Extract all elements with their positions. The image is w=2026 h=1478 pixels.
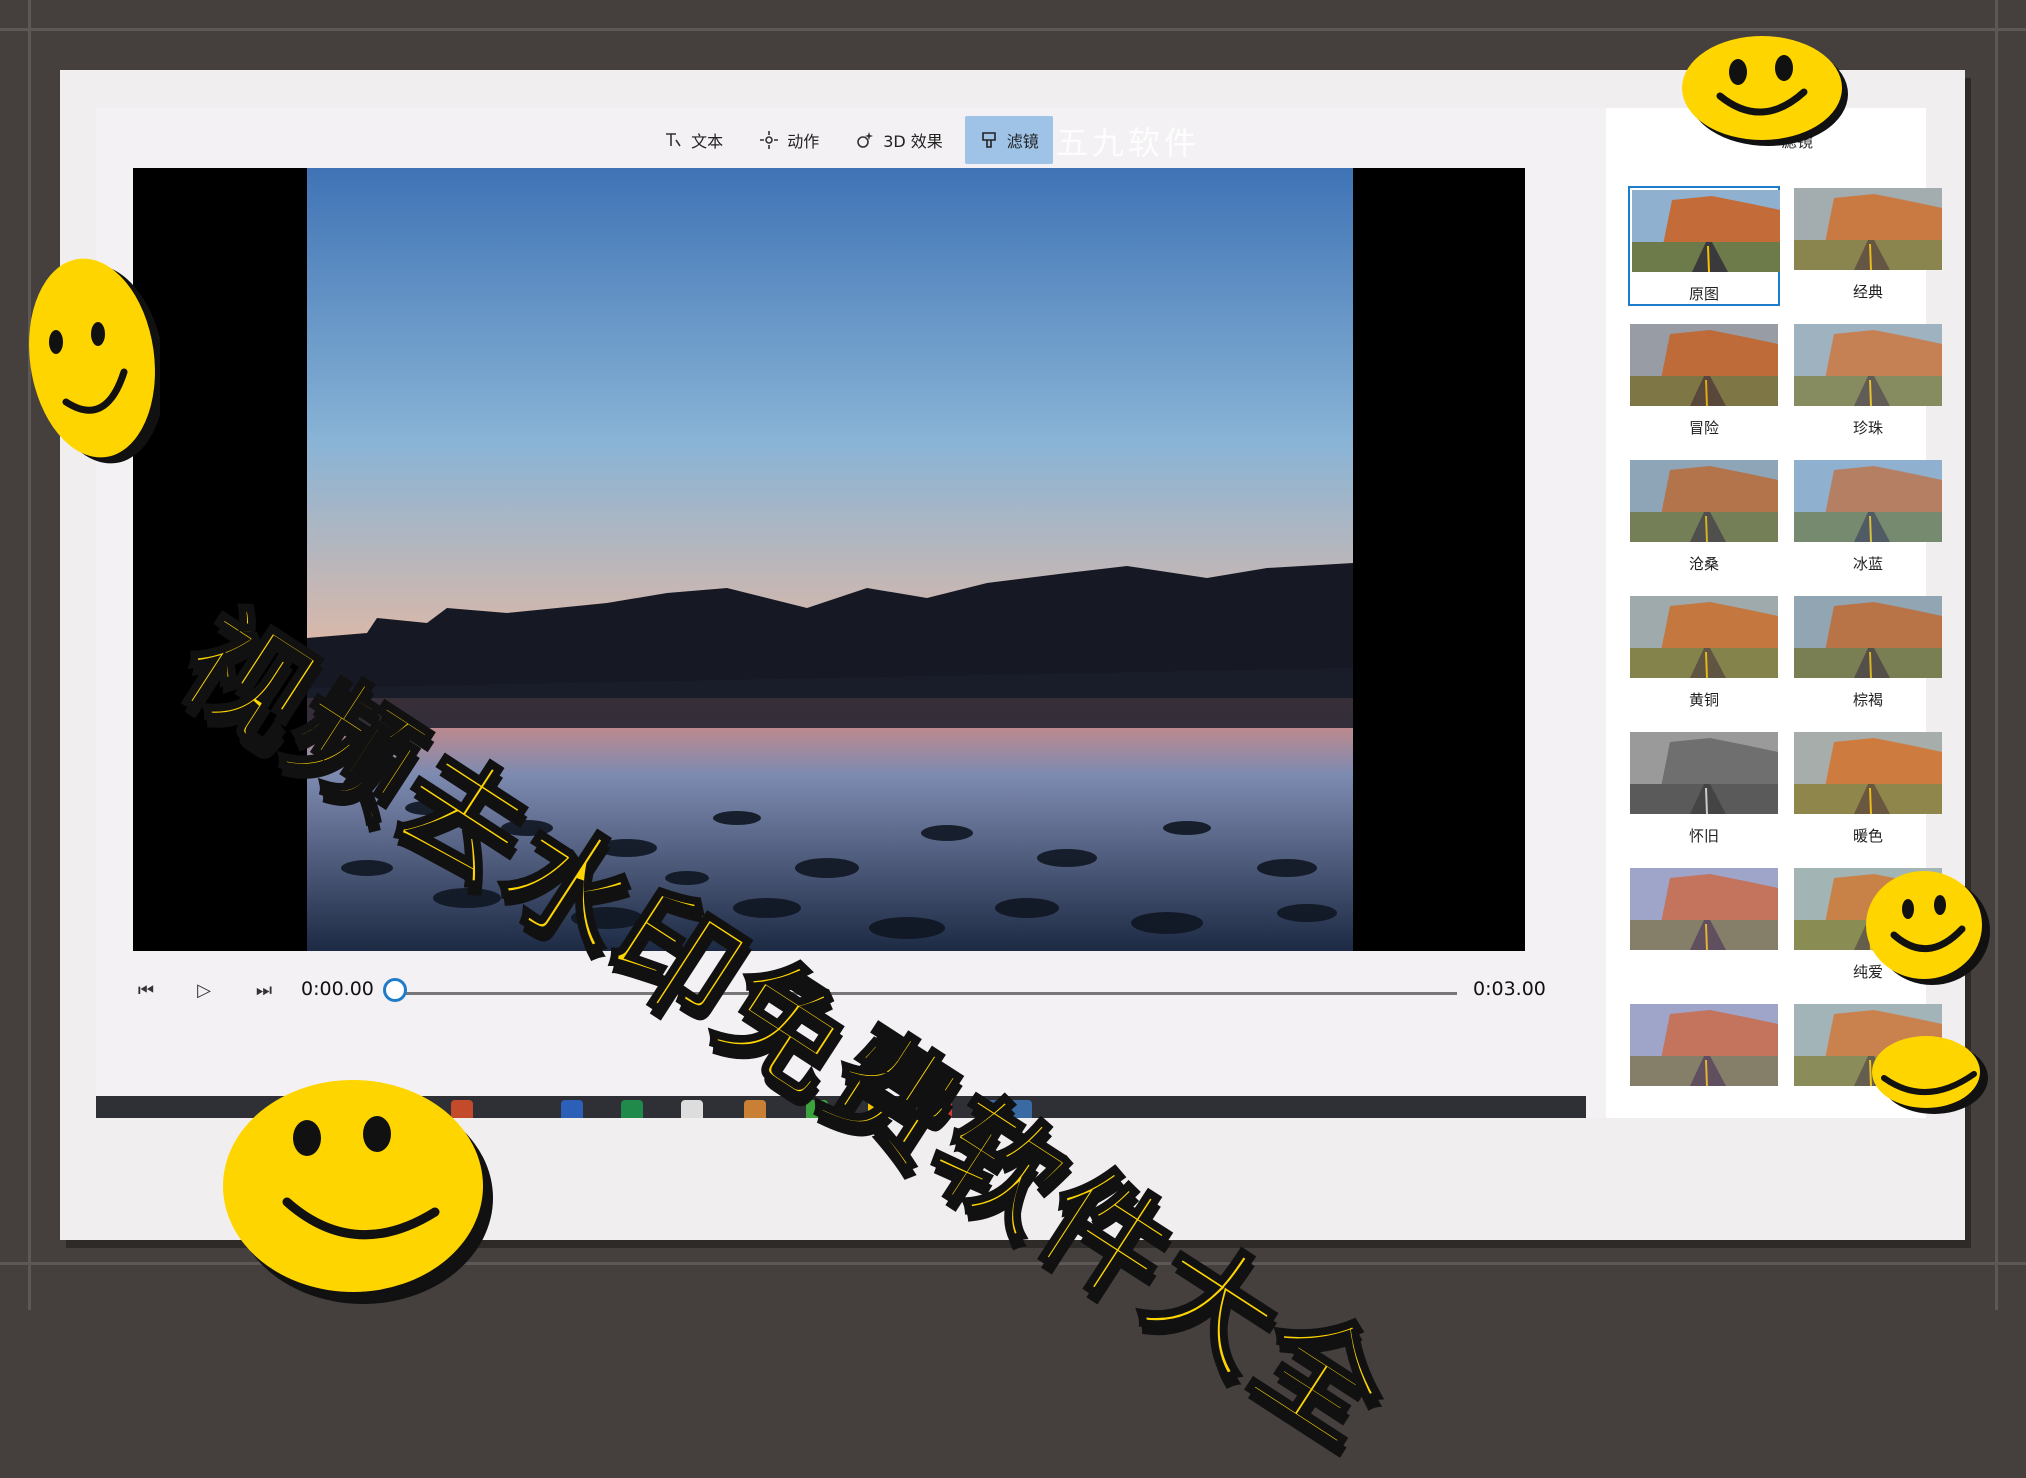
filter-label: 冰蓝 [1852,555,1883,573]
filter-tile[interactable]: 暖色 [1792,730,1944,850]
filter-tile[interactable]: 怀旧 [1628,730,1780,850]
smiley-icon [1866,871,1990,985]
3d-effects-button[interactable]: 3D 效果 [841,116,957,164]
effects-toolbar: 文本 动作 3D 效果 滤镜 [96,108,1606,172]
smiley-icon [223,1080,493,1304]
smiley-icon [1682,36,1848,146]
filter-button-label: 滤镜 [1006,132,1039,151]
filter-label: 冒险 [1688,419,1719,437]
filter-preview-image [1630,1004,1778,1086]
previous-frame-icon[interactable]: ⏮ [133,978,159,1004]
filter-tile[interactable]: 珍珠 [1792,322,1944,442]
filter-tile[interactable]: 原图 [1628,186,1780,306]
filter-label: 暖色 [1852,827,1883,845]
seek-bar-handle[interactable] [383,978,407,1002]
filter-preview-image [1794,732,1942,814]
play-icon[interactable]: ▷ [191,978,217,1004]
filter-preview-image [1632,190,1780,272]
filter-preview-image [1630,324,1778,406]
motion-button-label: 动作 [787,132,820,151]
total-time: 0:03.00 [1473,978,1546,1000]
current-time: 0:00.00 [301,978,374,1000]
filter-preview-image [1794,460,1942,542]
text-button[interactable]: 文本 [649,116,737,164]
motion-button[interactable]: 动作 [745,116,833,164]
seek-bar[interactable] [397,992,1457,995]
filter-tile[interactable]: 冒险 [1628,322,1780,442]
word-icon[interactable] [561,1100,583,1118]
filter-label: 经典 [1852,283,1883,301]
smiley-icon [1872,1036,1988,1114]
app-icon[interactable] [681,1100,703,1118]
3d-effects-icon [857,132,874,148]
motion-icon [760,131,779,149]
smiley-icon [29,258,160,464]
video-editor-window: 文本 动作 3D 效果 滤镜 五九软件 ⏮ ▷ ⏭ 0:00.00 0:03.0… [96,108,1942,1118]
filter-label: 黄铜 [1688,691,1719,709]
filter-tile[interactable]: 黄铜 [1628,594,1780,714]
3d-effects-button-label: 3D 效果 [883,132,943,151]
excel-icon[interactable] [621,1100,643,1118]
filter-tile[interactable]: 棕褐 [1792,594,1944,714]
filter-preview-image [1630,596,1778,678]
filter-tile[interactable] [1628,866,1780,986]
filter-preview-image [1630,732,1778,814]
text-button-label: 文本 [691,132,724,151]
filter-preview-image [1794,324,1942,406]
filter-preview-image [1630,460,1778,542]
watermark-text: 五九软件 [1056,124,1201,162]
filter-preview-image [1794,596,1942,678]
filter-tile[interactable]: 经典 [1792,186,1944,306]
filter-label: 怀旧 [1688,827,1719,845]
filter-label: 原图 [1688,285,1719,303]
filter-tile[interactable]: 沧桑 [1628,458,1780,578]
filter-label: 棕褐 [1852,691,1883,709]
filter-icon [981,132,996,148]
filter-label: 珍珠 [1852,419,1883,437]
next-frame-icon[interactable]: ⏭ [251,978,277,1004]
text-icon [666,133,681,147]
filter-tile[interactable]: 冰蓝 [1792,458,1944,578]
filter-button[interactable]: 滤镜 [964,116,1053,164]
filter-preview-image [1630,868,1778,950]
filter-preview-image [1794,188,1942,270]
filter-label: 沧桑 [1688,555,1719,573]
filter-tile[interactable] [1628,1002,1780,1122]
